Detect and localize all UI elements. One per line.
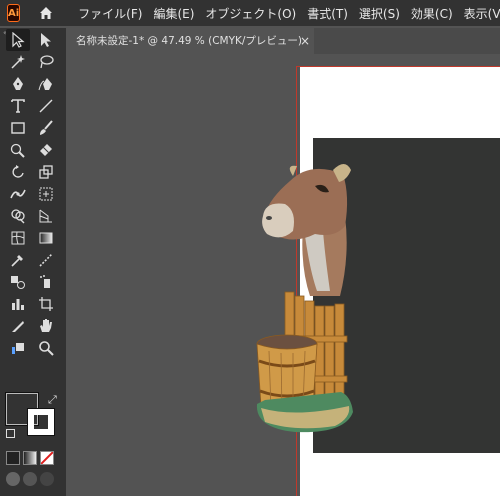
color-mode-row [6,451,54,465]
none-mode-icon[interactable] [40,451,54,465]
document-tab[interactable]: 名称未設定-1* @ 47.49 % (CMYK/プレビュー) [68,28,314,54]
slice-tool-icon[interactable] [6,315,30,337]
swap-fill-stroke-icon[interactable]: ⤢ [48,393,57,407]
color-mode-icon[interactable] [6,451,20,465]
cow-figurine-image[interactable] [255,156,355,434]
rectangle-tool-icon[interactable] [6,117,30,139]
puppet-warp-tool-icon[interactable] [6,337,30,359]
lasso-tool-icon[interactable] [34,51,58,73]
stroke-swatch[interactable] [27,408,55,436]
menu-view[interactable]: 表示(V) [464,5,500,22]
shape-builder-tool-icon[interactable] [6,205,30,227]
hand-tool-icon[interactable] [34,315,58,337]
shaper-tool-icon[interactable] [6,139,30,161]
app-logo: Ai [7,4,21,22]
draw-mode-row [6,472,54,486]
default-fill-stroke-icon[interactable] [6,429,15,438]
artboard-border-top [296,66,500,67]
mesh-tool-icon[interactable] [6,227,30,249]
magic-wand-tool-icon[interactable] [6,51,30,73]
draw-behind-icon[interactable] [23,472,37,486]
column-graph-tool-icon[interactable] [6,293,30,315]
curvature-tool-icon[interactable] [34,73,58,95]
eraser-tool-icon[interactable] [34,139,58,161]
scale-tool-icon[interactable] [34,161,58,183]
type-tool-icon[interactable] [6,95,30,117]
document-tab-title: 名称未設定-1* @ 47.49 % (CMYK/プレビュー) [76,35,303,47]
rotate-tool-icon[interactable] [6,161,30,183]
menu-type[interactable]: 書式(T) [307,5,348,22]
document-tab-bar: 名称未設定-1* @ 47.49 % (CMYK/プレビュー) × [68,28,500,54]
perspective-grid-tool-icon[interactable] [34,205,58,227]
eyedropper-tool-icon[interactable] [6,249,30,271]
direct-selection-tool-icon[interactable] [34,29,58,51]
artboard-tool-icon[interactable] [34,293,58,315]
fill-stroke-controls: ⤢ [6,393,60,439]
tool-grid [4,29,64,359]
menu-bar: Ai ファイル(F) 編集(E) オブジェクト(O) 書式(T) 選択(S) 効… [0,0,500,26]
gradient-tool-icon[interactable] [34,227,58,249]
free-transform-tool-icon[interactable] [34,183,58,205]
menu-file[interactable]: ファイル(F) [78,5,142,22]
width-tool-icon[interactable] [6,183,30,205]
draw-inside-icon[interactable] [40,472,54,486]
menu-select[interactable]: 選択(S) [359,5,400,22]
blend-tool-icon[interactable] [6,271,30,293]
menu-effect[interactable]: 効果(C) [411,5,453,22]
zoom-tool-icon[interactable] [34,337,58,359]
paintbrush-tool-icon[interactable] [34,117,58,139]
pen-tool-icon[interactable] [6,73,30,95]
menu-object[interactable]: オブジェクト(O) [205,5,296,22]
symbol-sprayer-tool-icon[interactable] [34,271,58,293]
line-tool-icon[interactable] [34,95,58,117]
selection-tool-icon[interactable] [6,29,30,51]
measure-tool-icon[interactable] [34,249,58,271]
draw-normal-icon[interactable] [6,472,20,486]
gradient-mode-icon[interactable] [23,451,37,465]
home-icon[interactable] [38,4,54,22]
close-tab-icon[interactable]: × [300,28,310,54]
menu-edit[interactable]: 編集(E) [153,5,194,22]
